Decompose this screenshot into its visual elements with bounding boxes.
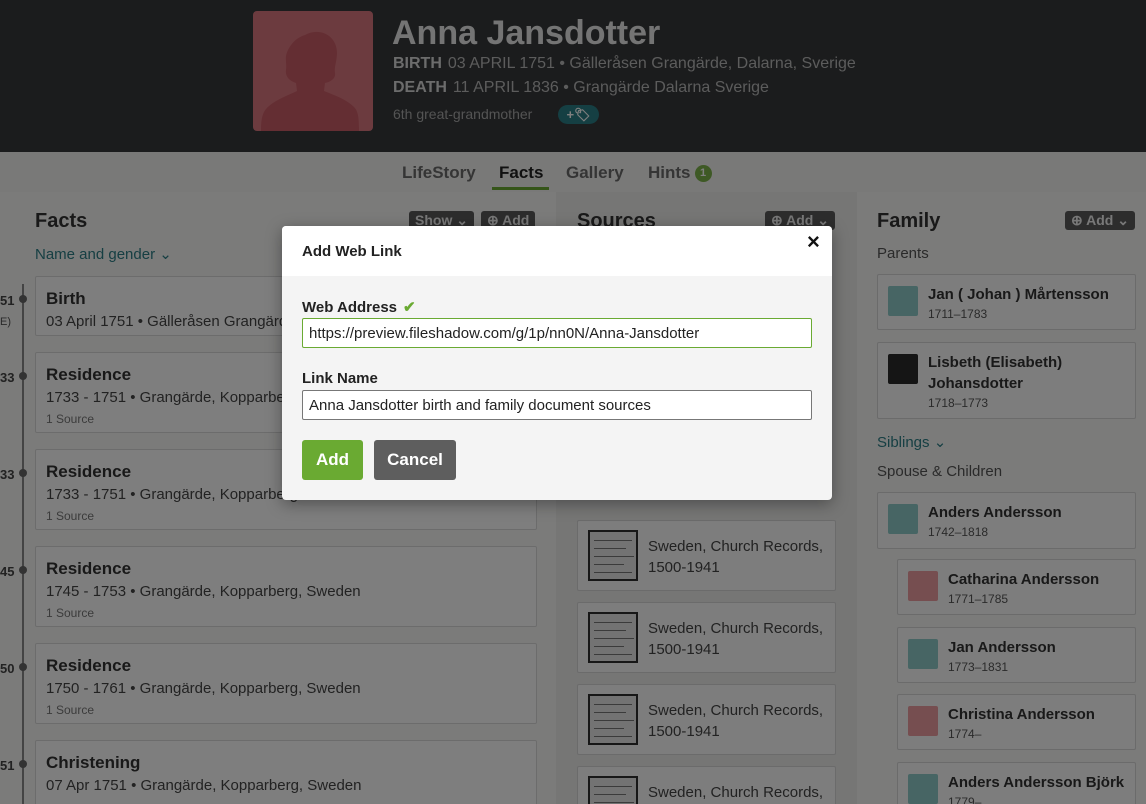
web-address-label-text: Web Address xyxy=(302,299,398,316)
web-address-input[interactable] xyxy=(302,318,812,348)
dialog-header: Add Web Link × xyxy=(282,226,832,276)
cancel-button[interactable]: Cancel xyxy=(374,440,456,480)
add-button[interactable]: Add xyxy=(302,440,363,480)
link-name-input[interactable] xyxy=(302,390,812,420)
dialog-title: Add Web Link xyxy=(302,243,402,260)
close-icon[interactable]: × xyxy=(807,229,820,255)
checkmark-icon: ✔ xyxy=(403,299,416,316)
link-name-label: Link Name xyxy=(302,370,378,387)
web-address-label: Web Address ✔ xyxy=(302,298,416,316)
add-web-link-dialog: Add Web Link × Web Address ✔ Link Name Ad… xyxy=(282,226,832,500)
